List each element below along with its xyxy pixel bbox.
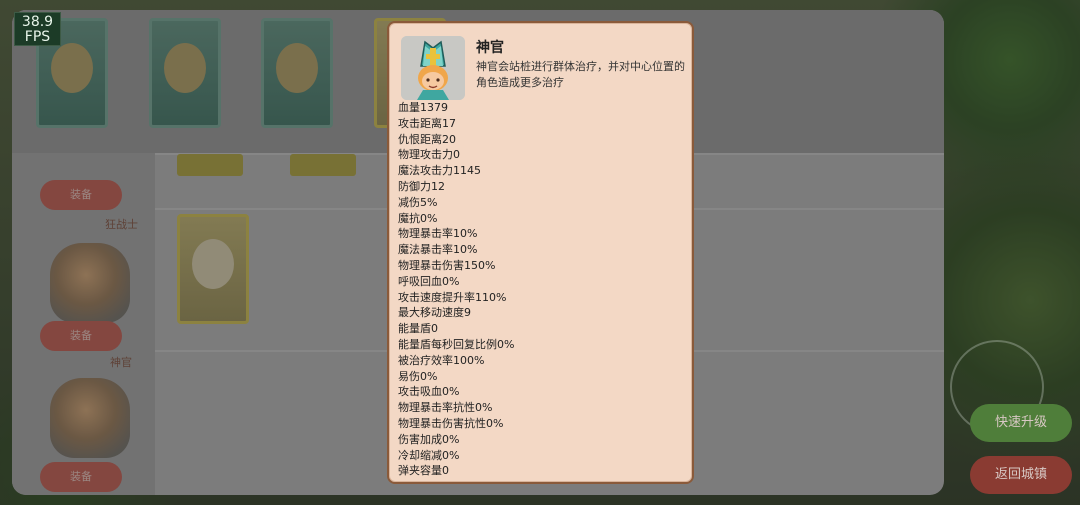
stat-line: 被治疗效率100% [398, 353, 485, 367]
priest-portrait-icon [401, 36, 465, 100]
stat-line: 攻击速度提升率110% [398, 290, 507, 304]
stat-line: 魔抗0% [398, 211, 438, 225]
stat-line: 最大移动速度9 [398, 306, 471, 320]
stat-line: 物理暴击伤害抗性0% [398, 416, 504, 430]
stat-line: 物理暴击伤害150% [398, 258, 496, 272]
stat-line: 能量盾每秒回复比例0% [398, 337, 515, 351]
stat-line: 易伤0% [398, 369, 438, 383]
stat-line: 能量盾0 [398, 322, 438, 336]
quick-upgrade-button[interactable]: 快速升级 [970, 404, 1072, 442]
stat-line: 血量1379 [398, 101, 448, 114]
stat-line: 魔法攻击力1145 [398, 164, 481, 178]
stat-line: 减伤5% [398, 195, 438, 209]
stat-line: 仇恨距离20 [398, 132, 456, 146]
stat-line: 魔法暴击率10% [398, 243, 478, 257]
stat-line: 弹夹容量0 [398, 464, 449, 478]
popup-title: 神官 [476, 40, 504, 56]
fps-counter: 38.9 FPS [14, 12, 61, 46]
stat-line: 物理暴击率10% [398, 227, 478, 241]
stat-line: 攻击吸血0% [398, 385, 460, 399]
stat-line: 呼吸回血0% [398, 274, 460, 288]
return-town-button[interactable]: 返回城镇 [970, 456, 1072, 494]
stat-line: 攻击距离17 [398, 116, 456, 130]
hero-info-popup: 神官 神官会站桩进行群体治疗，并对中心位置的角色造成更多治疗 血量1379 攻击距… [387, 21, 694, 484]
fps-value: 38.9 [21, 14, 54, 30]
fps-label: FPS [24, 29, 51, 45]
popup-description: 神官会站桩进行群体治疗，并对中心位置的角色造成更多治疗 [476, 60, 685, 89]
stat-line: 防御力12 [398, 179, 445, 193]
stat-line: 物理暴击率抗性0% [398, 401, 493, 415]
stat-line: 伤害加成0% [398, 432, 460, 446]
stat-line: 冷却缩减0% [398, 448, 460, 462]
stat-list: 血量1379 攻击距离17 仇恨距离20 物理攻击力0 魔法攻击力1145 防御力12 减伤… [398, 100, 514, 479]
stat-line: 物理攻击力0 [398, 148, 460, 162]
